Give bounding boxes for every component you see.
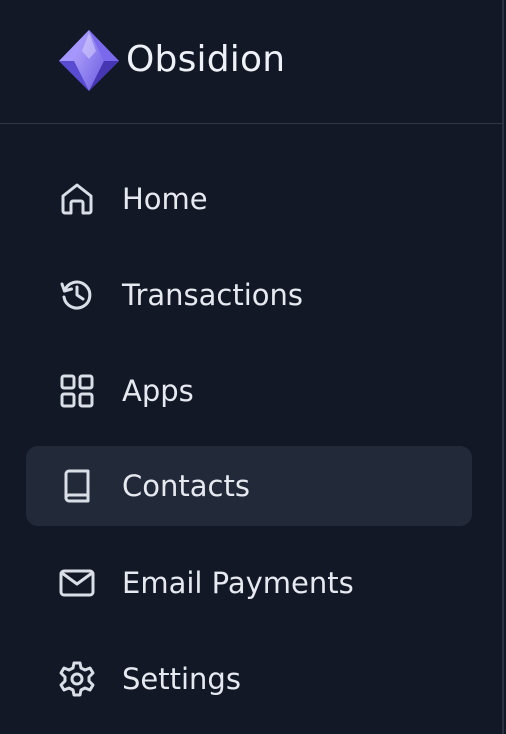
sidebar-item-home[interactable]: Home xyxy=(26,159,472,239)
sidebar-item-label: Settings xyxy=(122,662,241,696)
sidebar-item-label: Email Payments xyxy=(122,566,354,600)
sidebar-item-contacts[interactable]: Contacts xyxy=(26,446,472,526)
gear-icon xyxy=(57,659,97,699)
grid-icon xyxy=(57,371,97,411)
sidebar-item-label: Home xyxy=(122,182,208,216)
sidebar-item-email-payments[interactable]: Email Payments xyxy=(26,543,472,623)
sidebar-item-transactions[interactable]: Transactions xyxy=(26,255,472,335)
home-icon xyxy=(57,179,97,219)
history-icon xyxy=(57,275,97,315)
sidebar-item-label: Apps xyxy=(122,374,194,408)
mail-icon xyxy=(57,563,97,603)
sidebar-item-label: Transactions xyxy=(122,278,304,312)
sidebar-item-apps[interactable]: Apps xyxy=(26,351,472,431)
sidebar-nav: Home Transactions Apps Contacts Email Pa… xyxy=(0,0,504,734)
book-icon xyxy=(57,466,97,506)
sidebar-item-settings[interactable]: Settings xyxy=(26,639,472,719)
sidebar: Obsidion Home Transactions Apps Contacts… xyxy=(0,0,504,734)
sidebar-item-label: Contacts xyxy=(122,469,250,503)
